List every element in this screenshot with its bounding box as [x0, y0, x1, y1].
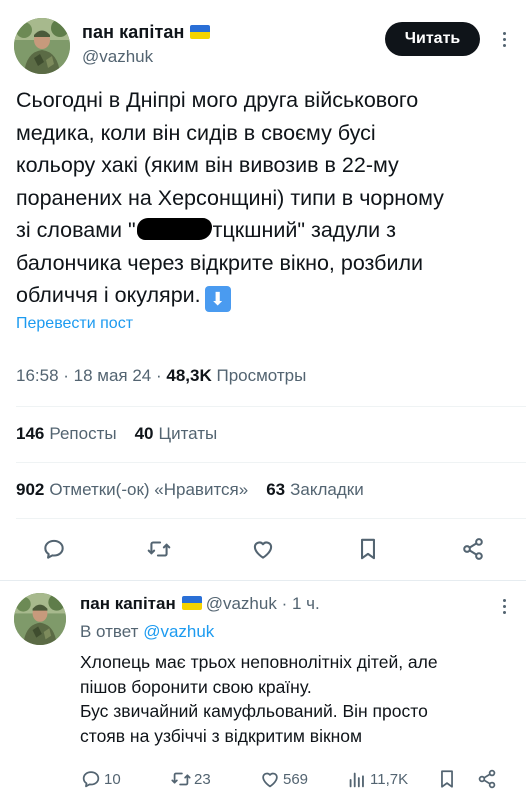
reply-text-line: стояв на узбіччі з відкритим вікном	[80, 725, 363, 746]
tweet-text-line: поранених на Херсонщині) типи в чорному	[16, 185, 444, 210]
reposts-count: 23	[194, 770, 211, 788]
tweet-text-fragment: зі словами "	[16, 218, 136, 242]
author-handle[interactable]: @vazhuk	[82, 47, 153, 67]
share-icon[interactable]	[476, 765, 500, 793]
likes-stat[interactable]: 902 Отметки(-ок) «Нравится»	[16, 480, 248, 499]
down-arrow-emoji-icon: ⬇	[204, 286, 231, 312]
reply-header: пан капітан @vazhuk · 1 ч.	[80, 594, 320, 614]
reply-to-handle-link[interactable]: @vazhuk	[143, 622, 214, 641]
translate-post-link[interactable]: Перевести пост	[16, 315, 133, 333]
quotes-stat[interactable]: 40 Цитаты	[135, 424, 218, 443]
reply-views-button[interactable]: 11,7K	[346, 765, 408, 793]
bar-chart-icon	[346, 768, 370, 790]
tweet-text-line: Сьогодні в Дніпрі мого друга військового	[16, 88, 419, 112]
reposts-stat[interactable]: 146 Репосты	[16, 424, 117, 443]
bookmarks-stat[interactable]: 63 Закладки	[266, 480, 364, 499]
ukraine-flag-icon	[190, 25, 211, 39]
bookmark-icon[interactable]	[355, 536, 381, 562]
reply-author-name[interactable]: пан капітан	[80, 594, 176, 613]
heart-icon	[259, 768, 283, 790]
stats-row-reposts: 146 Репосты 40 Цитаты	[16, 424, 217, 444]
stats-row-likes: 902 Отметки(-ок) «Нравится» 63 Закладки	[16, 480, 364, 500]
reply-handle-time[interactable]: @vazhuk · 1 ч.	[206, 594, 320, 613]
views-count: 11,7K	[370, 770, 409, 788]
repost-arrows-icon	[170, 768, 194, 790]
tweet-text-line: кольору хакі (яким він вивозив в 22-му	[16, 153, 399, 177]
replies-count: 10	[104, 770, 121, 788]
ukraine-flag-icon	[181, 596, 202, 610]
reply-repost-button[interactable]: 23	[170, 765, 211, 793]
likes-count: 902	[16, 480, 45, 499]
reply-text-line: пішов боронити свою країну.	[80, 676, 312, 697]
reposts-count: 146	[16, 424, 45, 443]
repost-arrows-icon[interactable]	[146, 536, 172, 562]
heart-icon[interactable]	[250, 536, 276, 562]
reply-text-line: Бус звичайний камуфльований. Він просто	[80, 701, 428, 721]
bookmarks-count: 63	[266, 480, 286, 499]
timestamp[interactable]: 16:58 · 18 мая 24 ·	[16, 366, 166, 385]
more-dots-icon[interactable]	[492, 26, 516, 52]
divider	[16, 462, 526, 463]
redaction-scribble	[136, 218, 212, 240]
views-label: Просмотры	[216, 366, 307, 385]
quotes-label: Цитаты	[158, 424, 218, 443]
views-count: 48,3K	[166, 366, 212, 385]
quotes-count: 40	[134, 424, 154, 443]
tweet-text-fragment: обличчя і окуляри.	[16, 283, 201, 307]
share-icon[interactable]	[460, 536, 486, 562]
reply-text-line: Хлопець має трьох неповнолітніх дітей, а…	[80, 652, 438, 672]
author-name[interactable]: пан капітан	[82, 22, 211, 43]
divider	[0, 580, 526, 581]
tweet-text-line: балончика через відкрите вікно, розбили	[16, 250, 424, 275]
author-avatar[interactable]	[14, 18, 70, 74]
tweet-actions	[0, 530, 526, 570]
main-tweet: пан капітан @vazhuk Читать Сьогодні в Дн…	[0, 0, 526, 581]
likes-label: Отметки(-ок) «Нравится»	[49, 480, 249, 499]
reposts-label: Репосты	[49, 424, 117, 443]
tweet-text-line: зі словами " тцкшний" задули з	[16, 214, 516, 247]
reply-author-avatar[interactable]	[14, 593, 66, 645]
reply-text: Хлопець має трьох неповнолітніх дітей, а…	[80, 650, 520, 748]
bookmarks-label: Закладки	[290, 480, 364, 499]
bookmark-icon[interactable]	[436, 765, 460, 793]
speech-bubble-icon[interactable]	[41, 536, 67, 562]
likes-count: 569	[283, 770, 309, 788]
tweet-meta: 16:58 · 18 мая 24 · 48,3K Просмотры	[16, 366, 306, 386]
follow-button[interactable]: Читать	[385, 22, 480, 56]
speech-bubble-icon	[80, 768, 104, 790]
reply-like-button[interactable]: 569	[259, 765, 308, 793]
tweet-text-fragment: тцкшний" задули з	[212, 218, 396, 242]
author-name-text: пан капітан	[82, 22, 185, 42]
divider	[16, 518, 526, 519]
reply-to-line: В ответ @vazhuk	[80, 622, 214, 642]
reply-actions: 10 23 569 11,7K	[0, 765, 526, 793]
tweet-text-line: обличчя і окуляри. ⬇	[16, 279, 516, 312]
reply-replies-button[interactable]: 10	[80, 765, 121, 793]
more-dots-icon[interactable]	[494, 596, 514, 616]
tweet-text: Сьогодні в Дніпрі мого друга військового…	[16, 84, 516, 312]
divider	[16, 406, 526, 407]
tweet-text-line: медика, коли він сидів в своєму бусі	[16, 120, 376, 145]
reply-to-label: В ответ	[80, 622, 139, 641]
